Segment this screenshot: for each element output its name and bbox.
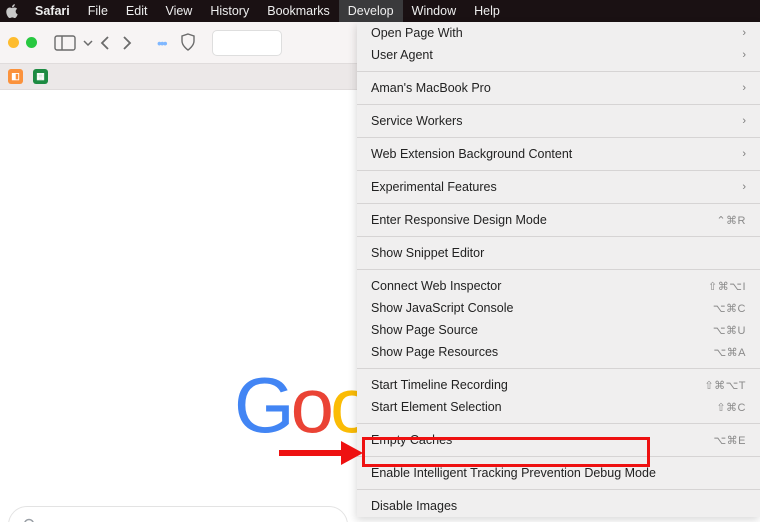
menu-item-label: Enter Responsive Design Mode xyxy=(371,213,547,227)
menu-separator xyxy=(357,203,760,204)
menu-separator xyxy=(357,368,760,369)
sidebar-toggle-button[interactable] xyxy=(51,33,79,53)
menu-item-user-agent[interactable]: User Agent › xyxy=(357,44,760,66)
menu-item-connect-web-inspector[interactable]: Connect Web Inspector ⇧⌘⌥I xyxy=(357,275,760,297)
menu-separator xyxy=(357,423,760,424)
submenu-arrow-icon: › xyxy=(742,49,746,61)
menu-shortcut: ⌃⌘R xyxy=(716,214,746,227)
menu-separator xyxy=(357,456,760,457)
window-controls xyxy=(8,37,37,48)
menu-item-start-element-selection[interactable]: Start Element Selection ⇧⌘C xyxy=(357,396,760,418)
maximize-button[interactable] xyxy=(26,37,37,48)
nav-buttons xyxy=(99,35,133,51)
menu-separator xyxy=(357,170,760,171)
menu-shortcut: ⌥⌘U xyxy=(713,324,746,337)
menu-item-show-javascript-console[interactable]: Show JavaScript Console ⌥⌘C xyxy=(357,297,760,319)
menubar-edit[interactable]: Edit xyxy=(117,0,157,22)
tab-favicon-sheets[interactable]: ▦ xyxy=(33,69,48,84)
menu-item-open-page-with[interactable]: Open Page With › xyxy=(357,22,760,44)
menu-item-label: Show JavaScript Console xyxy=(371,301,513,315)
search-icon xyxy=(23,518,37,522)
back-button[interactable] xyxy=(99,35,110,51)
menu-item-label: Enable Intelligent Tracking Prevention D… xyxy=(371,466,656,480)
menu-item-disable-images[interactable]: Disable Images xyxy=(357,495,760,517)
menu-item-label: Service Workers xyxy=(371,114,462,128)
menu-separator xyxy=(357,236,760,237)
menu-item-label: Connect Web Inspector xyxy=(371,279,501,293)
menu-item-empty-caches[interactable]: Empty Caches ⌥⌘E xyxy=(357,429,760,451)
menu-separator xyxy=(357,104,760,105)
menu-separator xyxy=(357,137,760,138)
menu-item-label: Web Extension Background Content xyxy=(371,147,572,161)
menu-item-label: Start Element Selection xyxy=(371,400,502,414)
address-bar[interactable] xyxy=(212,30,282,56)
menu-shortcut: ⇧⌘⌥T xyxy=(704,379,746,392)
minimize-button[interactable] xyxy=(8,37,19,48)
macos-menubar: Safari File Edit View History Bookmarks … xyxy=(0,0,760,22)
menu-shortcut: ⇧⌘C xyxy=(716,401,746,414)
menu-item-show-snippet-editor[interactable]: Show Snippet Editor xyxy=(357,242,760,264)
menu-item-show-page-resources[interactable]: Show Page Resources ⌥⌘A xyxy=(357,341,760,363)
menu-separator xyxy=(357,71,760,72)
menu-item-label: Disable Images xyxy=(371,499,457,513)
menu-item-label: Open Page With xyxy=(371,26,463,40)
menu-item-label: Empty Caches xyxy=(371,433,452,447)
menu-separator xyxy=(357,269,760,270)
tab-favicon-xampp[interactable]: ◧ xyxy=(8,69,23,84)
chevron-down-icon[interactable] xyxy=(83,40,93,46)
menubar-window[interactable]: Window xyxy=(403,0,465,22)
forward-button[interactable] xyxy=(122,35,133,51)
menu-item-show-page-source[interactable]: Show Page Source ⌥⌘U xyxy=(357,319,760,341)
menu-item-enable-intelligent-tracking-prevention-debug-mode[interactable]: Enable Intelligent Tracking Prevention D… xyxy=(357,462,760,484)
share-icon[interactable]: ••• xyxy=(157,35,166,51)
menu-item-web-extension-background-content[interactable]: Web Extension Background Content › xyxy=(357,143,760,165)
menu-item-label: Show Page Source xyxy=(371,323,478,337)
submenu-arrow-icon: › xyxy=(742,82,746,94)
apple-logo-icon[interactable] xyxy=(6,4,20,18)
menu-item-experimental-features[interactable]: Experimental Features › xyxy=(357,176,760,198)
menubar-help[interactable]: Help xyxy=(465,0,509,22)
menu-item-service-workers[interactable]: Service Workers › xyxy=(357,110,760,132)
menu-item-start-timeline-recording[interactable]: Start Timeline Recording ⇧⌘⌥T xyxy=(357,374,760,396)
submenu-arrow-icon: › xyxy=(742,181,746,193)
menu-item-label: Experimental Features xyxy=(371,180,497,194)
submenu-arrow-icon: › xyxy=(742,27,746,39)
menu-item-aman-s-macbook-pro[interactable]: Aman's MacBook Pro › xyxy=(357,77,760,99)
submenu-arrow-icon: › xyxy=(742,115,746,127)
menu-shortcut: ⌥⌘A xyxy=(713,346,746,359)
menu-shortcut: ⇧⌘⌥I xyxy=(708,280,746,293)
menubar-file[interactable]: File xyxy=(79,0,117,22)
develop-dropdown-menu: Open Page With›User Agent›Aman's MacBook… xyxy=(357,22,760,517)
menubar-bookmarks[interactable]: Bookmarks xyxy=(258,0,339,22)
menubar-history[interactable]: History xyxy=(201,0,258,22)
submenu-arrow-icon: › xyxy=(742,148,746,160)
menubar-develop[interactable]: Develop xyxy=(339,0,403,22)
privacy-shield-icon[interactable] xyxy=(180,33,198,53)
menu-item-label: Aman's MacBook Pro xyxy=(371,81,491,95)
menu-shortcut: ⌥⌘E xyxy=(713,434,746,447)
menu-item-label: Show Page Resources xyxy=(371,345,498,359)
menu-item-label: Show Snippet Editor xyxy=(371,246,484,260)
menu-shortcut: ⌥⌘C xyxy=(713,302,746,315)
menubar-view[interactable]: View xyxy=(156,0,201,22)
annotation-arrow xyxy=(275,435,363,471)
menu-separator xyxy=(357,489,760,490)
menu-item-label: User Agent xyxy=(371,48,433,62)
menu-item-enter-responsive-design-mode[interactable]: Enter Responsive Design Mode ⌃⌘R xyxy=(357,209,760,231)
google-search-input[interactable] xyxy=(8,506,348,522)
menu-item-label: Start Timeline Recording xyxy=(371,378,508,392)
menubar-app-name[interactable]: Safari xyxy=(26,0,79,22)
